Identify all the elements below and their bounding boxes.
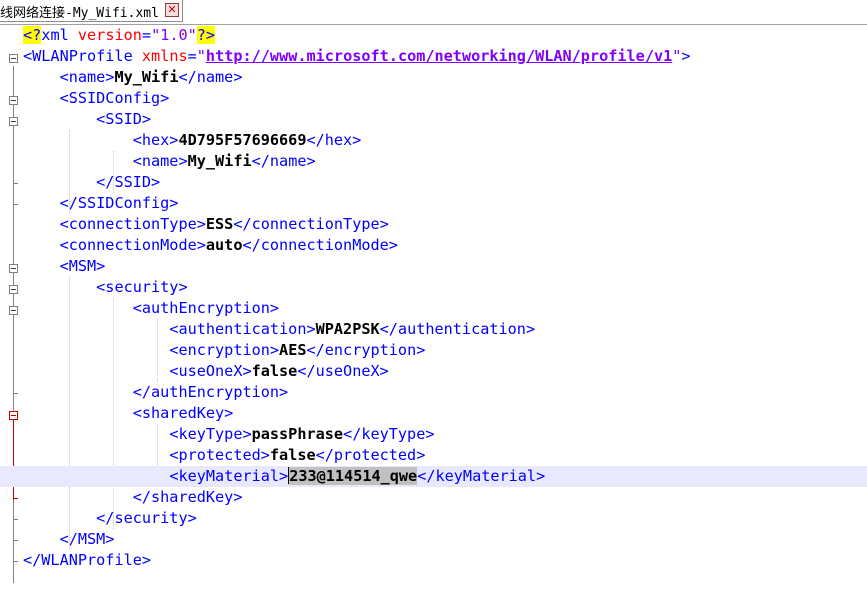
code-line: <SSIDConfig> [0, 88, 867, 109]
xml-tag: <sharedKey> [132, 404, 234, 422]
xml-tag: <name> [132, 152, 188, 170]
code-line: </SSIDConfig> [0, 193, 867, 214]
xml-tag: </security> [96, 509, 197, 527]
xml-attr: xmlns [141, 47, 188, 65]
code-line: </authEncryption> [0, 382, 867, 403]
xml-text: My_Wifi [114, 68, 179, 86]
code-line: <encryption>AES</encryption> [0, 340, 867, 361]
xml-decl-name: xml [41, 26, 69, 44]
xml-tag: <keyMaterial> [169, 467, 289, 485]
xml-decl-close: ?> [196, 26, 216, 44]
code-line: <?xml version="1.0"?> [23, 26, 216, 44]
xml-text: ESS [205, 215, 234, 233]
xml-tag: <MSM> [59, 257, 106, 275]
xml-tag: </connectionType> [233, 215, 389, 233]
code-line: <authEncryption> [0, 298, 867, 319]
xml-tag: <encryption> [169, 341, 280, 359]
xml-text: passPhrase [251, 425, 344, 443]
file-tab[interactable]: 线网络连接-My_Wifi.xml ✕ [0, 0, 183, 22]
xml-tag: </connectionMode> [242, 236, 398, 254]
code-line: <connectionType>ESS</connectionType> [0, 214, 867, 235]
xml-tag: </name> [251, 152, 316, 170]
xml-tag: </encryption> [306, 341, 426, 359]
code-line: <SSID> [0, 109, 867, 130]
xml-tag: </SSIDConfig> [59, 194, 179, 212]
code-line: <useOneX>false</useOneX> [0, 361, 867, 382]
xml-text: false [269, 446, 316, 464]
xml-tag: </keyType> [343, 425, 435, 443]
xml-tag: </useOneX> [297, 362, 389, 380]
code-line: <WLANProfile xmlns="http://www.microsoft… [23, 47, 691, 65]
code-line: </sharedKey> [0, 487, 867, 508]
xml-tag: <SSIDConfig> [59, 89, 170, 107]
xml-tag: <WLANProfile [23, 47, 133, 65]
code-line: </security> [0, 508, 867, 529]
xml-tag: <connectionMode> [59, 236, 206, 254]
code-line: <name>My_Wifi</name> [0, 67, 867, 88]
code-line: </WLANProfile> [0, 550, 867, 571]
code-line: <name>My_Wifi</name> [0, 151, 867, 172]
xml-attr-value: "1.0" [151, 26, 197, 44]
xml-tag: <protected> [169, 446, 270, 464]
xml-decl-open: <? [23, 26, 42, 44]
xml-text: AES [279, 341, 307, 359]
code-line: </MSM> [0, 529, 867, 550]
xml-tag: </authentication> [379, 320, 536, 338]
xml-tag: </keyMaterial> [417, 467, 546, 485]
close-icon[interactable]: ✕ [165, 3, 179, 17]
code-line: <hex>4D795F57696669</hex> [0, 130, 867, 151]
tab-title: 线网络连接-My_Wifi.xml [0, 6, 159, 21]
xml-tag: <authentication> [169, 320, 316, 338]
xml-tag: </MSM> [59, 530, 115, 548]
xml-text: My_Wifi [187, 152, 252, 170]
xml-attr: version [77, 26, 142, 44]
xml-text: auto [205, 236, 243, 254]
xml-tag: <authEncryption> [132, 299, 280, 317]
xml-tag: <connectionType> [59, 215, 206, 233]
code-line: <keyType>passPhrase</keyType> [0, 424, 867, 445]
xml-text: 4D795F57696669 [178, 131, 307, 149]
xml-tag: <keyType> [169, 425, 252, 443]
xml-tag: </WLANProfile> [23, 551, 152, 569]
tab-bar: 线网络连接-My_Wifi.xml ✕ [0, 0, 867, 25]
xml-tag: <SSID> [96, 110, 152, 128]
xmlns-link[interactable]: http://www.microsoft.com/networking/WLAN… [206, 47, 672, 65]
code-line: <authentication>WPA2PSK</authentication> [0, 319, 867, 340]
code-line: <connectionMode>auto</connectionMode> [0, 235, 867, 256]
xml-text: false [251, 362, 298, 380]
xml-tag: </sharedKey> [132, 488, 243, 506]
xml-tag: </authEncryption> [132, 383, 289, 401]
code-editor[interactable]: <?xml version="1.0"?> <WLANProfile xmlns… [0, 25, 867, 604]
code-line-current: <keyMaterial>233@114514_qwe</keyMaterial… [0, 466, 867, 487]
xml-tag: </protected> [315, 446, 426, 464]
code-line: <MSM> [0, 256, 867, 277]
code-line: <security> [0, 277, 867, 298]
selected-text[interactable]: 233@114514_qwe [289, 467, 418, 485]
xml-tag: <name> [59, 68, 115, 86]
code-line: <sharedKey> [0, 403, 867, 424]
xml-tag: <useOneX> [169, 362, 252, 380]
xml-tag: <security> [96, 278, 188, 296]
code-line: </SSID> [0, 172, 867, 193]
xml-text: WPA2PSK [315, 320, 380, 338]
xml-tag: </SSID> [96, 173, 161, 191]
xml-tag: </name> [178, 68, 243, 86]
code-line: <protected>false</protected> [0, 445, 867, 466]
xml-tag: </hex> [306, 131, 362, 149]
xml-tag: <hex> [132, 131, 179, 149]
